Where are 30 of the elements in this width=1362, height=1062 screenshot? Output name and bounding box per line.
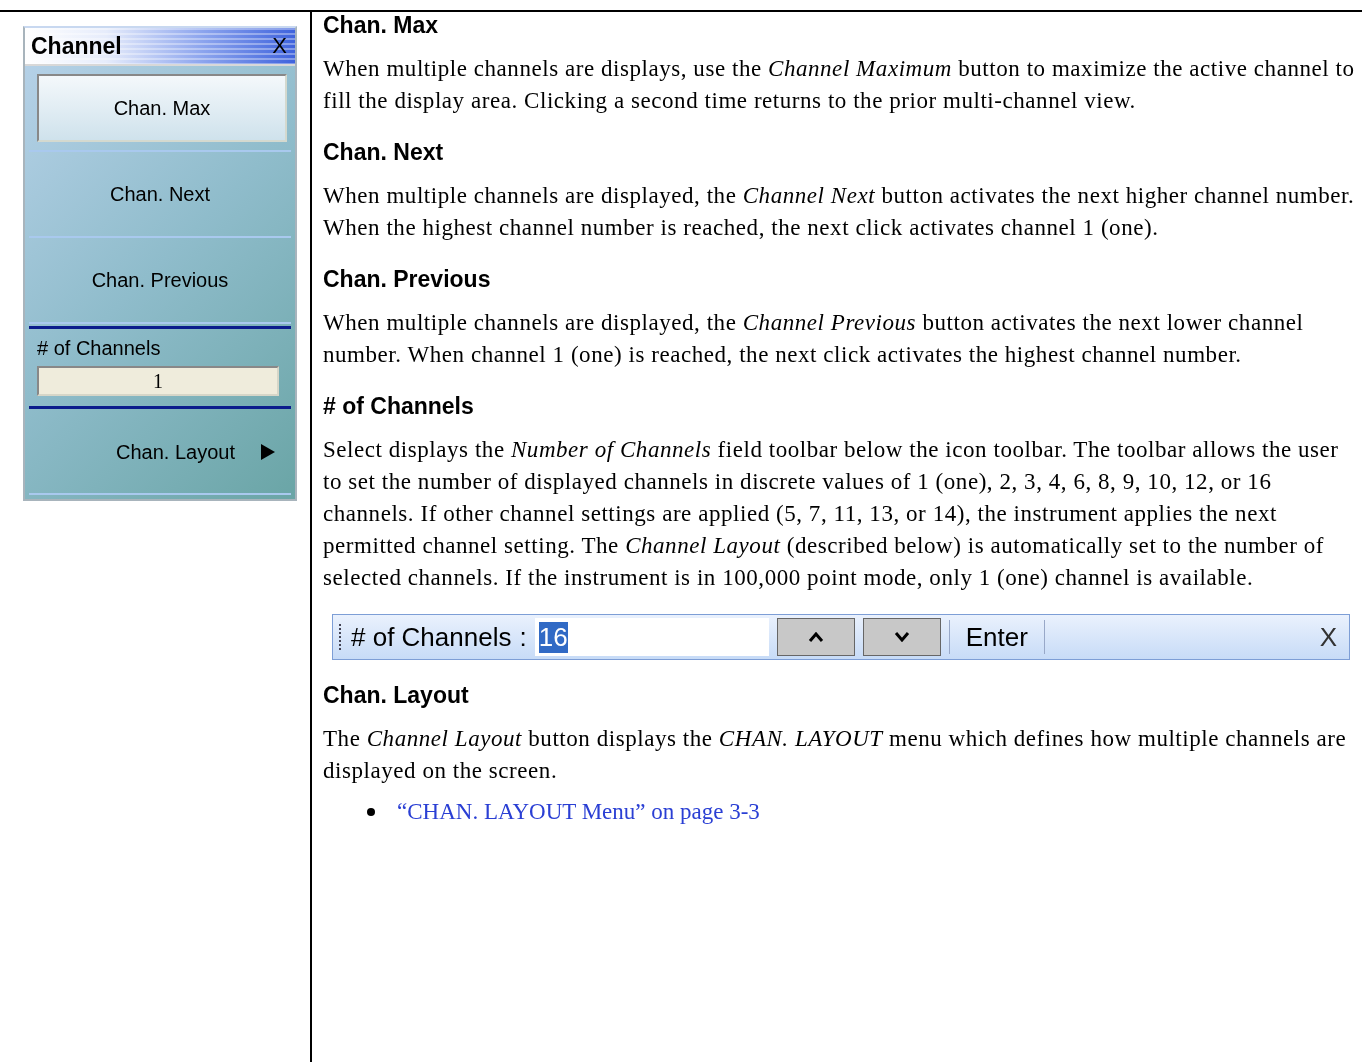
toolbar-colon: : [519, 621, 527, 653]
paragraph: The Channel Layout button displays the CHAN. LAYOUT menu which defines how multiple channels are displayed on the screen. [323, 725, 1348, 785]
caret-down-icon [893, 632, 910, 642]
section-heading: Chan. Next [323, 139, 445, 166]
increment-button[interactable] [776, 618, 855, 656]
menu-button[interactable]: Chan. Previous [29, 238, 291, 324]
close-button[interactable]: X [1313, 621, 1343, 653]
page-link[interactable]: “CHAN. LAYOUT Menu” on page 3-3 [397, 799, 760, 825]
paragraph: When multiple channels are displayed, the Channel Next button activates the next higher channel number. When the highest channel number is reached, the next click activates channel 1 (one). [323, 182, 1356, 242]
panel-title: Channel [31, 32, 122, 60]
paragraph: Select displays the Number of Channels field toolbar below the icon toolbar. The toolbar allows the user to set the number of displayed channels in discrete values of 1 (one), 2, 3, 4, 6, 8, 9, 10, 12, or 16 channels. If other channel settings are applied (5, 7, 11, 13, or 14), the instrument applies the next permitted channel setting. The Channel Layout (described below) is automatically set to the number of selected channels. If the instrument is in 100,000 point mode, only 1 (one) channel is available. [323, 436, 1340, 592]
close-button[interactable]: X [272, 33, 287, 59]
section-heading: # of Channels [323, 393, 475, 420]
submenu-arrow-icon [261, 444, 275, 460]
menu-button[interactable]: Chan. Next [29, 152, 291, 238]
section-heading: Chan. Max [323, 12, 440, 39]
channels-input[interactable]: 16 [534, 618, 769, 656]
submenu-button[interactable]: Chan. Layout [29, 411, 291, 495]
paragraph: When multiple channels are displayed, the Channel Previous button activates the next lower channel number. When channel 1 (one) is reached, the next click activates the highest channel number. [323, 309, 1305, 369]
section-heading: Chan. Previous [323, 266, 492, 293]
field-label: # of Channels [37, 337, 162, 360]
section-heading: Chan. Layout [323, 682, 470, 709]
menu-button[interactable]: Chan. Max [37, 74, 287, 142]
channels-input[interactable]: 1 [37, 366, 279, 396]
bullet-icon [367, 808, 375, 816]
caret-up-icon [807, 632, 824, 642]
toolbar-label: # of Channels [351, 621, 512, 653]
decrement-button[interactable] [862, 618, 941, 656]
enter-button[interactable]: Enter [957, 621, 1036, 653]
paragraph: When multiple channels are displays, use the Channel Maximum button to maximize the active channel to fill the display area. Clicking a second time returns to the prior multi-channel view. [323, 55, 1356, 115]
